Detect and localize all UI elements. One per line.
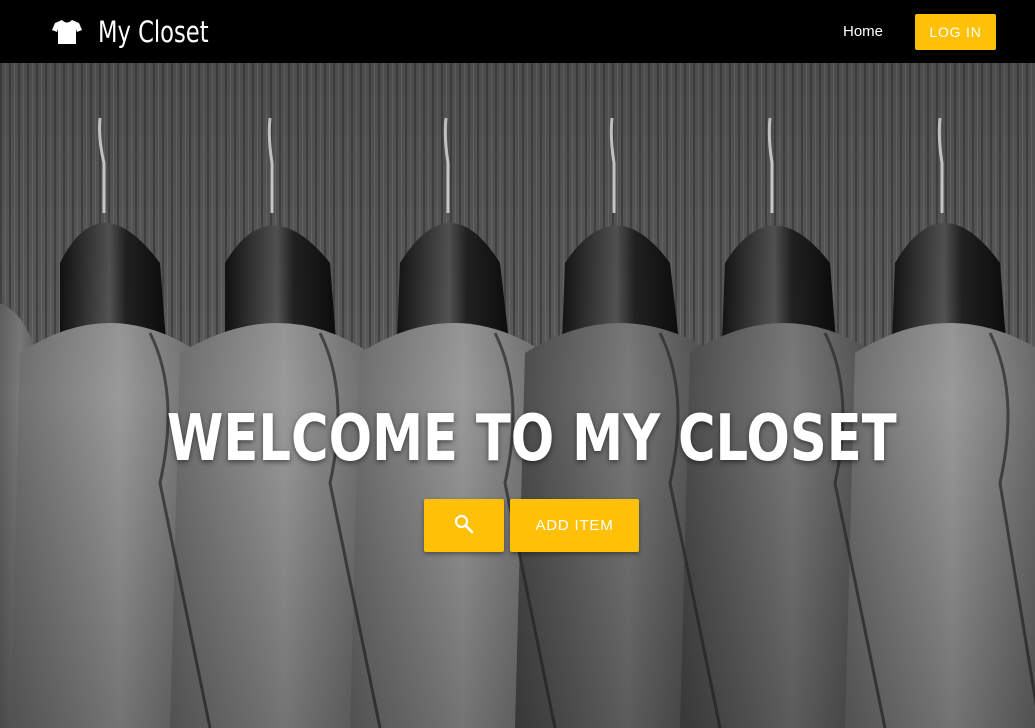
tshirt-icon	[52, 19, 82, 45]
search-button[interactable]	[424, 499, 504, 552]
hero-background-image	[0, 63, 1035, 728]
brand-title: My Closet	[98, 14, 209, 49]
hero-section: WELCOME TO MY CLOSET ADD ITEM	[0, 63, 1035, 728]
brand-logo-link[interactable]: My Closet	[52, 0, 240, 63]
login-button[interactable]: LOG IN	[915, 14, 996, 50]
navbar: My Closet Home LOG IN	[0, 0, 1035, 63]
add-item-button[interactable]: ADD ITEM	[510, 499, 639, 552]
hero-title: WELCOME TO MY CLOSET	[166, 402, 897, 476]
nav-home-link[interactable]: Home	[843, 23, 883, 40]
search-icon	[454, 514, 474, 537]
hero-actions: ADD ITEM	[424, 499, 639, 552]
